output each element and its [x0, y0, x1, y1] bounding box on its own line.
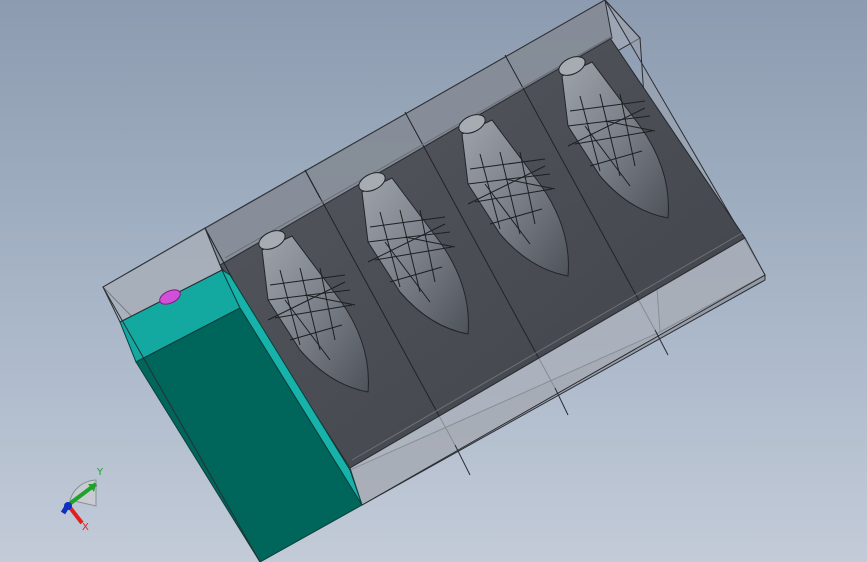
x-axis-label: X — [82, 522, 89, 533]
model-view[interactable]: Y X — [0, 0, 867, 562]
view-triad[interactable]: Y X — [60, 467, 104, 533]
y-axis-label: Y — [96, 467, 104, 478]
graphics-viewport[interactable]: Y X — [0, 0, 867, 562]
